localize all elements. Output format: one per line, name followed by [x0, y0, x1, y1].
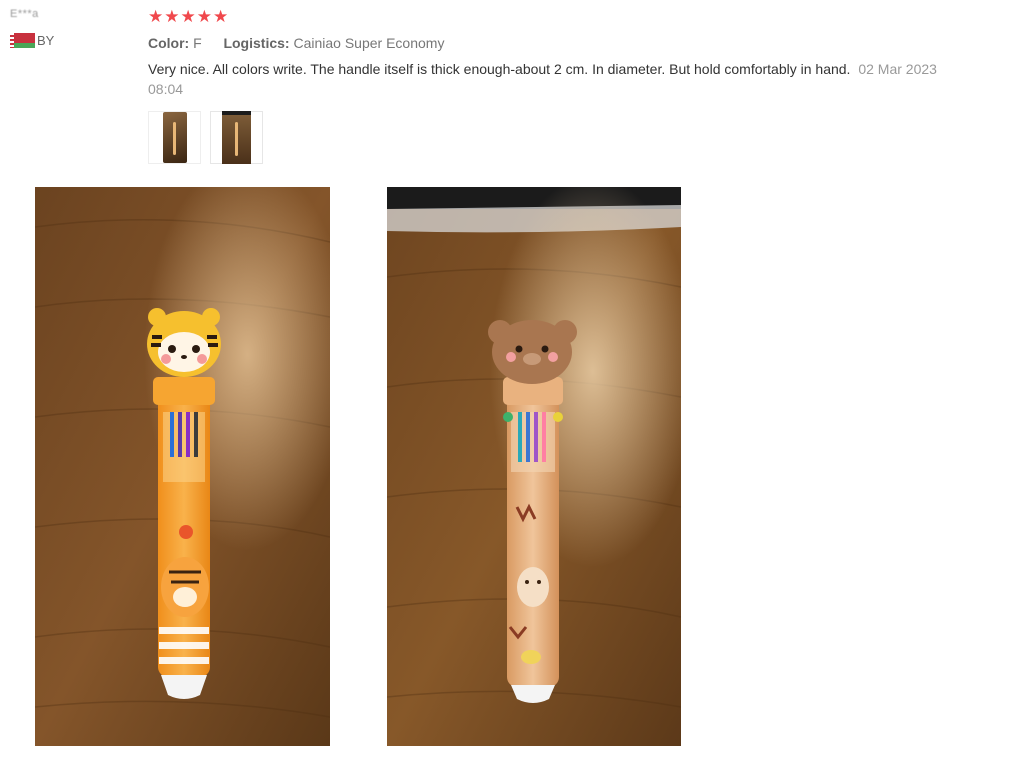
- thumbnail-1[interactable]: [148, 111, 201, 164]
- star-rating: ★ ★ ★ ★ ★: [148, 8, 948, 26]
- logistics-label: Logistics:: [223, 35, 290, 51]
- star-icon: ★: [148, 7, 164, 26]
- star-icon: ★: [164, 7, 180, 26]
- review-meta: Color: F Logistics: Cainiao Super Econom…: [148, 35, 948, 51]
- thumbnail-strip: [148, 111, 263, 164]
- review-text: Very nice. All colors write. The handle …: [148, 59, 938, 99]
- country-code: BY: [37, 33, 55, 48]
- thumbnail-2[interactable]: [210, 111, 263, 164]
- color-label: Color:: [148, 35, 190, 51]
- logistics-value: Cainiao Super Economy: [293, 35, 445, 51]
- review-content: Very nice. All colors write. The handle …: [148, 61, 851, 77]
- reviewer-info: E***a BY: [10, 8, 130, 48]
- color-value: F: [193, 35, 202, 51]
- star-icon: ★: [196, 7, 212, 26]
- reviewer-country: BY: [10, 33, 130, 48]
- belarus-flag-icon: [10, 33, 35, 48]
- star-icon: ★: [180, 7, 196, 26]
- star-icon: ★: [213, 7, 229, 26]
- tiger-pen-photo[interactable]: [35, 187, 330, 746]
- bear-pen-photo[interactable]: [387, 187, 681, 746]
- reviewer-username: E***a: [10, 8, 39, 20]
- review-body: ★ ★ ★ ★ ★ Color: F Logistics: Cainiao Su…: [148, 8, 948, 99]
- photo-icon: [162, 112, 187, 163]
- photo-icon: [222, 111, 251, 164]
